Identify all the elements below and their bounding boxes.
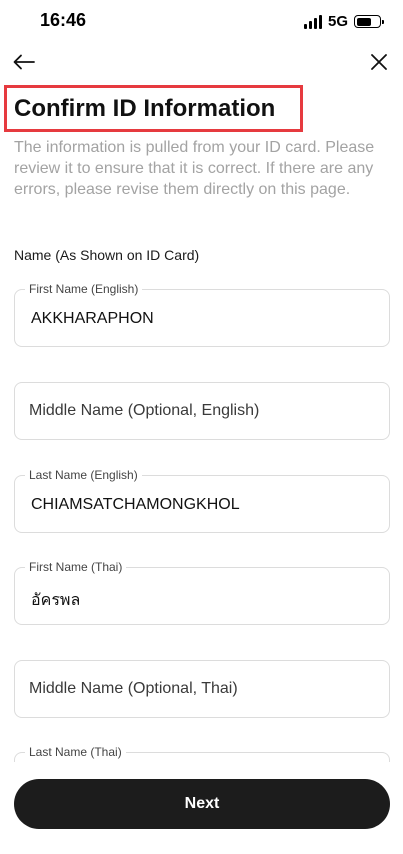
middle-name-thai-field[interactable]: Middle Name (Optional, Thai) — [14, 660, 390, 718]
close-button[interactable] — [365, 48, 393, 76]
middle-name-english-field[interactable]: Middle Name (Optional, English) — [14, 382, 390, 440]
page-title: Confirm ID Information — [14, 95, 276, 122]
field-label: Last Name (Thai) — [25, 745, 126, 759]
section-label-name: Name (As Shown on ID Card) — [14, 247, 200, 263]
field-label: First Name (English) — [25, 282, 143, 296]
field-label: Last Name (English) — [25, 468, 142, 482]
arrow-left-icon — [13, 54, 35, 70]
signal-icon — [303, 14, 322, 29]
field-value[interactable]: อัครพล — [31, 588, 80, 613]
battery-icon — [354, 15, 384, 28]
last-name-thai-field[interactable]: Last Name (Thai) — [14, 745, 390, 762]
field-placeholder[interactable]: Middle Name (Optional, Thai) — [29, 680, 238, 698]
field-placeholder[interactable]: Middle Name (Optional, English) — [29, 402, 259, 420]
field-label: First Name (Thai) — [25, 560, 127, 574]
status-bar: 16:46 5G — [0, 0, 403, 44]
first-name-thai-field[interactable]: First Name (Thai) อัครพล — [14, 560, 390, 625]
status-time: 16:46 — [40, 10, 87, 30]
close-icon — [371, 54, 387, 70]
status-icons: 5G — [303, 13, 384, 30]
first-name-english-field[interactable]: First Name (English) AKKHARAPHON — [14, 282, 390, 347]
field-value[interactable]: CHIAMSATCHAMONGKHOL — [31, 496, 240, 514]
next-button[interactable]: Next — [14, 779, 390, 829]
network-type: 5G — [327, 13, 348, 30]
page-description: The information is pulled from your ID c… — [14, 139, 375, 198]
field-value[interactable]: AKKHARAPHON — [31, 310, 154, 328]
last-name-english-field[interactable]: Last Name (English) CHIAMSATCHAMONGKHOL — [14, 468, 390, 533]
back-button[interactable] — [10, 48, 38, 76]
